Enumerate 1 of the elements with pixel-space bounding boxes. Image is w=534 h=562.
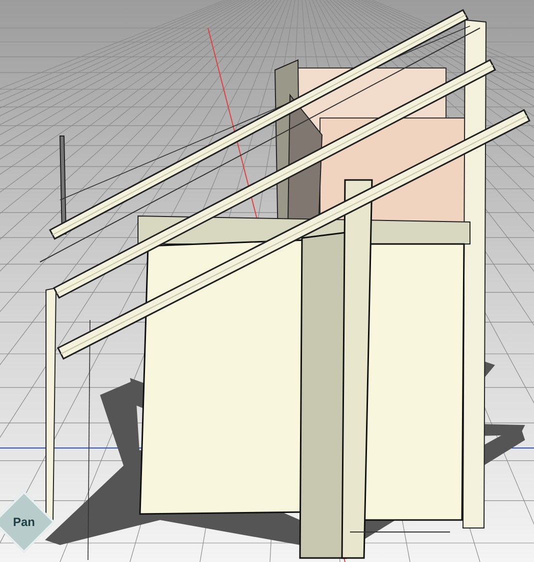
pan-label: Pan	[12, 514, 35, 531]
